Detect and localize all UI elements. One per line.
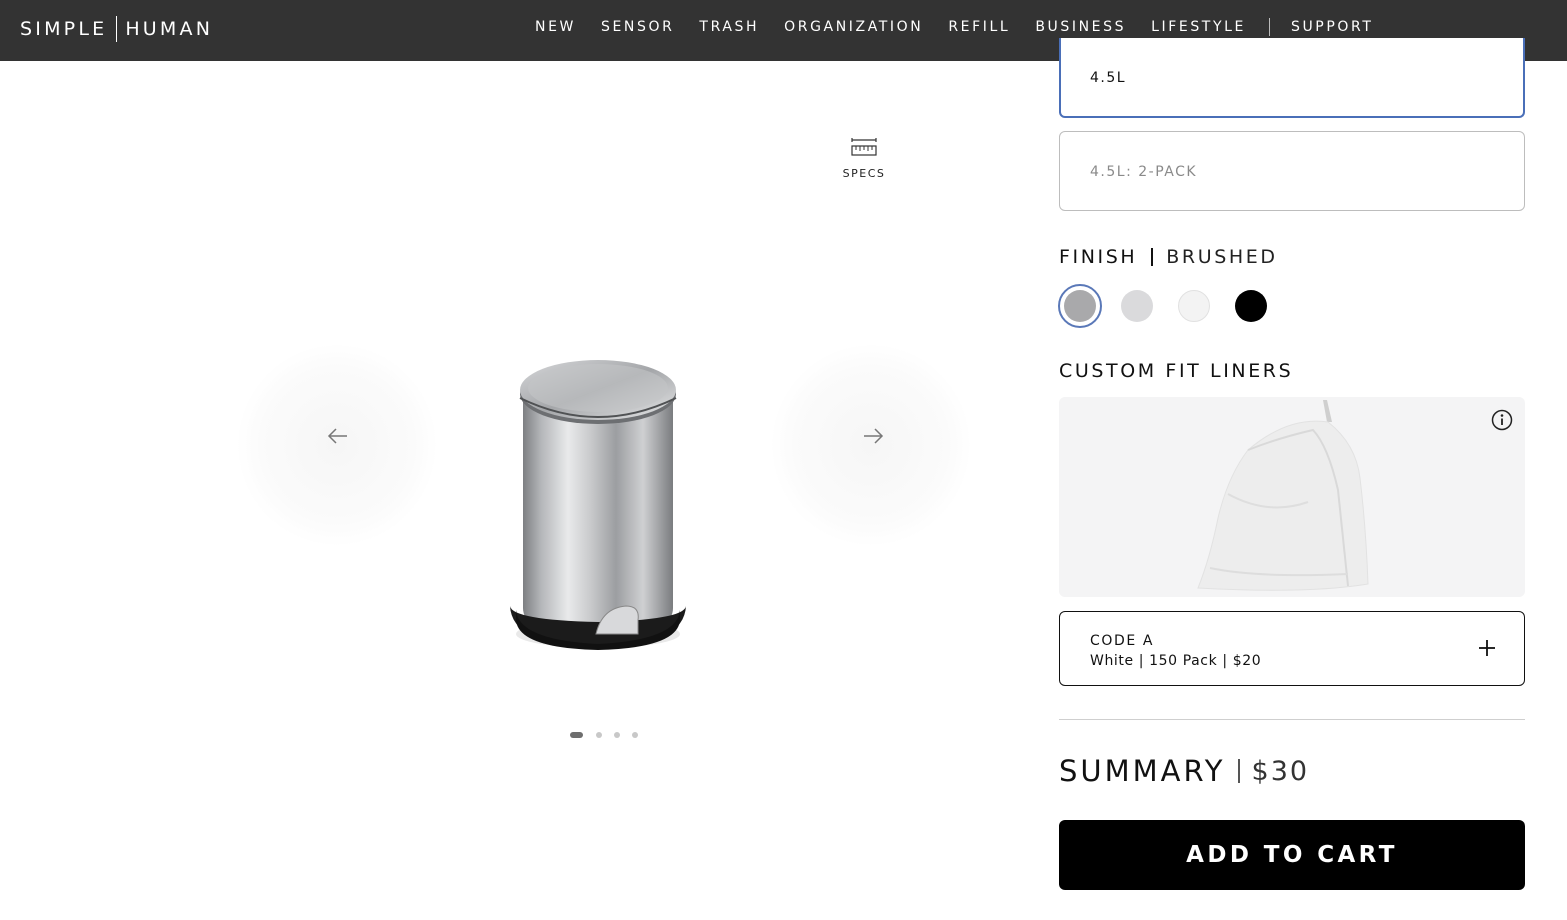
order-summary: SUMMARY $30 [1059, 754, 1309, 788]
liner-bag-image [1197, 400, 1369, 591]
finish-swatch-white[interactable] [1178, 290, 1210, 322]
summary-divider [1237, 759, 1240, 783]
nav-item-lifestyle[interactable]: LIFESTYLE [1151, 19, 1246, 35]
info-icon[interactable] [1491, 409, 1513, 431]
specs-label: SPECS [842, 167, 886, 180]
finish-value: BRUSHED [1166, 246, 1278, 268]
nav-item-organization[interactable]: ORGANIZATION [784, 19, 923, 35]
size-option-4-5l-2-pack[interactable]: 4.5L: 2-PACK [1059, 131, 1525, 211]
logo-text-right: HUMAN [125, 18, 214, 40]
finish-title: FINISH [1059, 246, 1138, 268]
slide-dot-1[interactable] [570, 732, 583, 738]
logo-text-left: SIMPLE [20, 18, 108, 40]
product-image [510, 360, 686, 650]
size-option-4-5l[interactable]: 4.5L [1059, 38, 1525, 118]
ruler-icon [851, 138, 877, 156]
logo-divider [116, 16, 118, 42]
summary-price: $30 [1251, 755, 1310, 787]
arrow-right-icon[interactable] [858, 426, 886, 446]
nav-item-refill[interactable]: REFILL [948, 19, 1010, 35]
slide-dot-4[interactable] [632, 732, 638, 738]
liner-code-details: White | 150 Pack | $20 [1090, 653, 1262, 669]
slide-dot-3[interactable] [614, 732, 620, 738]
specs-button[interactable]: SPECS [836, 138, 892, 181]
nav-divider [1268, 18, 1270, 36]
liner-code-title: CODE A [1090, 633, 1155, 649]
add-to-cart-button[interactable]: ADD TO CART [1059, 820, 1525, 890]
plus-icon[interactable] [1477, 638, 1497, 658]
finish-heading: FINISH BRUSHED [1059, 246, 1278, 268]
brand-logo[interactable]: SIMPLE HUMAN [20, 14, 213, 44]
nav-item-support[interactable]: SUPPORT [1291, 19, 1374, 35]
finish-swatch-light-gray[interactable] [1121, 290, 1153, 322]
arrow-left-icon[interactable] [325, 426, 353, 446]
nav-item-trash[interactable]: TRASH [699, 19, 759, 35]
summary-label: SUMMARY [1059, 754, 1226, 788]
nav-item-new[interactable]: NEW [535, 19, 576, 35]
finish-swatch-brushed[interactable] [1064, 290, 1096, 322]
size-option-label: 4.5L: 2-PACK [1090, 164, 1198, 180]
finish-swatch-black[interactable] [1235, 290, 1267, 322]
slide-dot-2[interactable] [596, 732, 602, 738]
slide-indicators [570, 732, 650, 738]
nav-item-business[interactable]: BUSINESS [1035, 19, 1126, 35]
nav-links: NEW SENSOR TRASH ORGANIZATION REFILL BUS… [535, 18, 1398, 36]
section-divider [1059, 719, 1525, 720]
liners-heading: CUSTOM FIT LINERS [1059, 360, 1294, 382]
nav-item-sensor[interactable]: SENSOR [601, 19, 674, 35]
size-option-label: 4.5L [1090, 70, 1127, 86]
liner-code-option[interactable]: CODE A White | 150 Pack | $20 [1059, 611, 1525, 686]
finish-divider [1151, 248, 1154, 266]
